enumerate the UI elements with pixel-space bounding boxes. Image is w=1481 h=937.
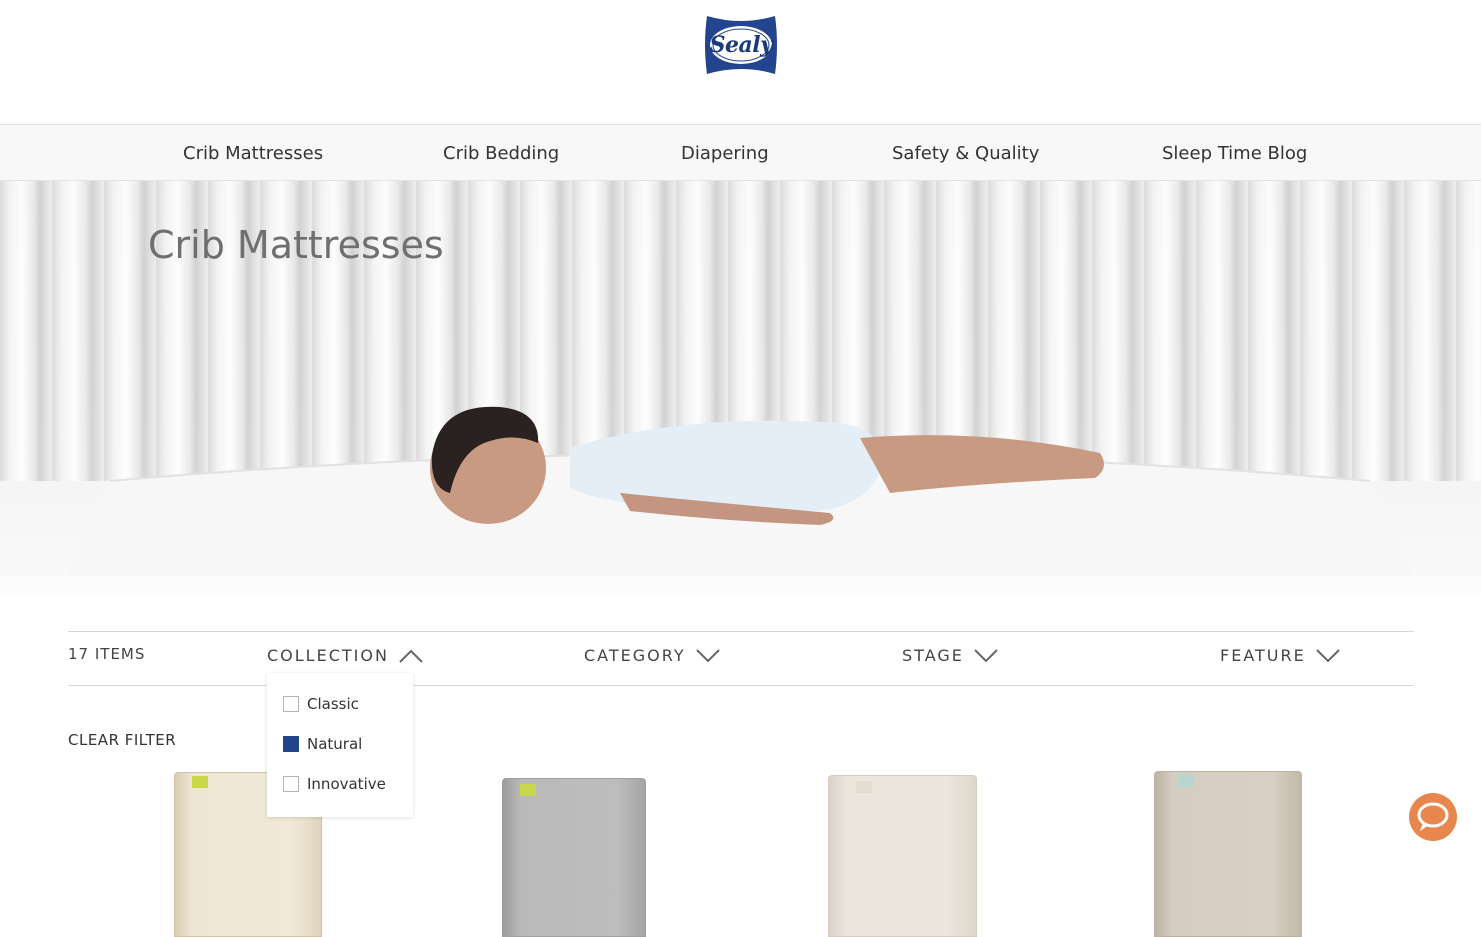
product-tag-image: [856, 781, 872, 793]
option-label: Classic: [307, 695, 359, 713]
mattress-image: [828, 775, 977, 937]
filter-feature-button[interactable]: FEATURE: [1220, 646, 1340, 665]
collection-option-classic[interactable]: Classic: [283, 695, 359, 713]
main-nav: Crib Mattresses Crib Bedding Diapering S…: [0, 124, 1481, 181]
filter-category-button[interactable]: CATEGORY: [584, 646, 720, 665]
nav-item-crib-bedding[interactable]: Crib Bedding: [443, 143, 559, 164]
chevron-down-icon: [695, 648, 720, 662]
nav-item-diapering[interactable]: Diapering: [681, 143, 769, 164]
nav-item-safety-quality[interactable]: Safety & Quality: [892, 143, 1039, 164]
filter-category-label: CATEGORY: [584, 646, 686, 665]
chat-button[interactable]: [1409, 793, 1457, 841]
chat-icon: [1417, 802, 1449, 831]
nav-item-sleep-time-blog[interactable]: Sleep Time Blog: [1162, 143, 1307, 164]
sealy-logo[interactable]: Sealy: [703, 12, 779, 78]
clear-filter-link[interactable]: CLEAR FILTER: [68, 731, 176, 749]
logo-wordmark: Sealy: [709, 32, 773, 58]
page-title: Crib Mattresses: [148, 223, 444, 267]
mattress-image: [502, 778, 646, 937]
chevron-down-icon: [974, 648, 998, 662]
checkbox-natural[interactable]: [283, 736, 299, 752]
checkbox-innovative[interactable]: [283, 776, 299, 792]
collection-option-innovative[interactable]: Innovative: [283, 775, 386, 793]
filter-collection-button[interactable]: COLLECTION: [267, 646, 423, 665]
chevron-down-icon: [1316, 648, 1340, 662]
product-card[interactable]: [1154, 771, 1302, 937]
filter-collection-label: COLLECTION: [267, 646, 389, 665]
product-card[interactable]: [828, 775, 977, 937]
product-tag-image: [192, 776, 208, 788]
checkbox-classic[interactable]: [283, 696, 299, 712]
collection-dropdown: Classic Natural Innovative: [267, 673, 413, 817]
sleeping-baby-image: [430, 406, 1104, 525]
product-tag-image: [520, 784, 536, 796]
hero-banner: Crib Mattresses: [0, 181, 1481, 593]
mattress-image: [1154, 771, 1302, 937]
product-card[interactable]: [502, 778, 646, 937]
site-header: Sealy: [0, 0, 1481, 124]
items-count: 17 ITEMS: [68, 645, 146, 663]
product-tag-image: [1178, 775, 1194, 787]
option-label: Innovative: [307, 775, 386, 793]
filter-stage-label: STAGE: [902, 646, 964, 665]
filter-stage-button[interactable]: STAGE: [902, 646, 998, 665]
nav-item-crib-mattresses[interactable]: Crib Mattresses: [183, 143, 323, 164]
filter-feature-label: FEATURE: [1220, 646, 1306, 665]
option-label: Natural: [307, 735, 363, 753]
chevron-up-icon: [399, 649, 423, 663]
collection-option-natural[interactable]: Natural: [283, 735, 362, 753]
